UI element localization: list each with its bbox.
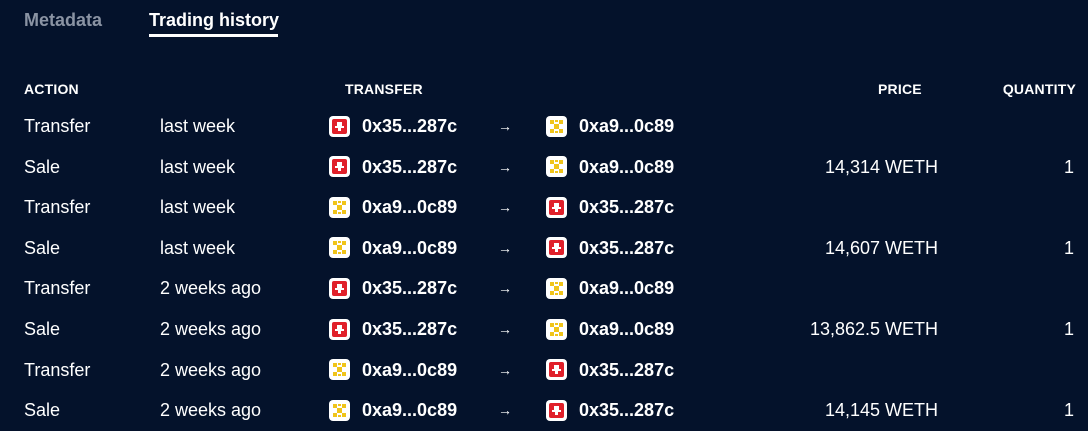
table-row[interactable]: Sale last week 0x35...287c → 0xa9...0c89 14,3…	[0, 147, 1088, 187]
to-address-text[interactable]: 0x35...287c	[579, 350, 674, 390]
price-value: 14,145 WETH	[824, 400, 938, 421]
to-address[interactable]: 0xa9...0c89	[546, 309, 674, 349]
to-address-text[interactable]: 0x35...287c	[579, 228, 674, 268]
action-label: Sale	[24, 156, 61, 177]
table-row[interactable]: Sale last week 0xa9...0c89 → 0x35...287c 14,6…	[0, 228, 1088, 268]
yellow-avatar-icon	[546, 277, 567, 299]
arrow-right-icon: →	[498, 118, 512, 134]
arrow-right-icon: →	[498, 158, 512, 175]
event-time: last week	[160, 237, 236, 258]
arrow-right-icon: →	[498, 239, 512, 256]
table-row[interactable]: Transfer last week 0xa9...0c89 → 0x35...287c	[0, 187, 1088, 227]
to-address[interactable]: 0xa9...0c89	[546, 106, 674, 146]
price-value: 14,314 WETH	[824, 156, 938, 177]
to-address-text[interactable]: 0xa9...0c89	[579, 147, 674, 187]
price-value: 14,607 WETH	[824, 237, 938, 258]
from-address-text[interactable]: 0x35...287c	[362, 147, 457, 187]
arrow-right-icon: →	[498, 402, 512, 419]
red-avatar-icon	[546, 359, 567, 381]
price-value: 13,862.5 WETH	[809, 319, 938, 339]
action-label: Sale	[24, 237, 61, 258]
arrow-right-icon: →	[498, 199, 512, 216]
from-address[interactable]: 0x35...287c	[329, 106, 457, 146]
action-label: Transfer	[24, 197, 91, 218]
from-address[interactable]: 0x35...287c	[329, 147, 457, 187]
event-time: 2 weeks ago	[160, 319, 262, 339]
from-address[interactable]: 0x35...287c	[329, 268, 457, 308]
arrow-right-icon: →	[498, 280, 512, 297]
from-address[interactable]: 0x35...287c	[329, 309, 457, 349]
yellow-avatar-icon	[329, 359, 350, 381]
action-label: Sale	[24, 400, 61, 421]
yellow-avatar-icon	[546, 115, 567, 137]
to-address[interactable]: 0x35...287c	[546, 390, 674, 430]
yellow-avatar-icon	[329, 399, 350, 421]
table-row[interactable]: Sale 2 weeks ago 0x35...287c → 0xa9...0c89 13…	[0, 309, 1088, 349]
action-label: Transfer	[24, 116, 91, 136]
to-address-text[interactable]: 0xa9...0c89	[579, 106, 674, 146]
from-address[interactable]: 0xa9...0c89	[329, 390, 457, 430]
event-time: 2 weeks ago	[160, 278, 262, 299]
from-address[interactable]: 0xa9...0c89	[329, 350, 457, 390]
arrow-right-icon: →	[498, 321, 512, 337]
yellow-avatar-icon	[329, 237, 350, 259]
column-header-transfer: TRANSFER	[345, 81, 423, 97]
yellow-avatar-icon	[546, 318, 567, 340]
column-header-action: ACTION	[24, 81, 79, 97]
red-avatar-icon	[546, 237, 567, 259]
tab-trading-history[interactable]: Trading history	[149, 10, 279, 31]
from-address-text[interactable]: 0xa9...0c89	[362, 350, 457, 390]
action-label: Sale	[24, 319, 61, 339]
table-row[interactable]: Transfer 2 weeks ago 0x35...287c → 0xa9...0c…	[0, 268, 1088, 308]
event-time: last week	[160, 197, 236, 218]
active-tab-indicator	[149, 34, 278, 37]
table-row[interactable]: Sale 2 weeks ago 0xa9...0c89 → 0x35...287c 14…	[0, 390, 1088, 430]
to-address[interactable]: 0xa9...0c89	[546, 268, 674, 308]
action-label: Transfer	[24, 278, 91, 299]
from-address-text[interactable]: 0x35...287c	[362, 309, 457, 349]
from-address-text[interactable]: 0xa9...0c89	[362, 228, 457, 268]
to-address-text[interactable]: 0x35...287c	[579, 390, 674, 430]
event-time: 2 weeks ago	[160, 400, 262, 421]
to-address-text[interactable]: 0xa9...0c89	[579, 268, 674, 308]
column-header-quantity: QUANTITY	[1002, 81, 1076, 97]
to-address[interactable]: 0x35...287c	[546, 350, 674, 390]
quantity-value: 1	[1063, 237, 1074, 258]
quantity-value: 1	[1063, 400, 1074, 421]
from-address-text[interactable]: 0xa9...0c89	[362, 187, 457, 227]
from-address-text[interactable]: 0x35...287c	[362, 106, 457, 146]
from-address-text[interactable]: 0xa9...0c89	[362, 390, 457, 430]
table-row[interactable]: Transfer 2 weeks ago 0xa9...0c89 → 0x35...28…	[0, 350, 1088, 390]
quantity-value: 1	[1063, 319, 1074, 339]
event-time: last week	[160, 156, 236, 177]
event-time: 2 weeks ago	[160, 359, 262, 380]
yellow-avatar-icon	[329, 196, 350, 218]
red-avatar-icon	[546, 196, 567, 218]
table-row[interactable]: Transfer last week 0x35...287c → 0xa9...0c89	[0, 106, 1088, 146]
red-avatar-icon	[329, 318, 350, 340]
to-address[interactable]: 0x35...287c	[546, 228, 674, 268]
action-label: Transfer	[24, 359, 91, 380]
from-address-text[interactable]: 0x35...287c	[362, 268, 457, 308]
red-avatar-icon	[329, 156, 350, 178]
quantity-value: 1	[1063, 156, 1074, 177]
red-avatar-icon	[546, 399, 567, 421]
event-time: last week	[160, 116, 236, 136]
to-address-text[interactable]: 0x35...287c	[579, 187, 674, 227]
from-address[interactable]: 0xa9...0c89	[329, 187, 457, 227]
to-address-text[interactable]: 0xa9...0c89	[579, 309, 674, 349]
arrow-right-icon: →	[498, 361, 512, 378]
red-avatar-icon	[329, 115, 350, 137]
red-avatar-icon	[329, 277, 350, 299]
to-address[interactable]: 0xa9...0c89	[546, 147, 674, 187]
tab-metadata[interactable]: Metadata	[24, 10, 102, 31]
column-header-price: PRICE	[878, 81, 922, 97]
to-address[interactable]: 0x35...287c	[546, 187, 674, 227]
yellow-avatar-icon	[546, 156, 567, 178]
from-address[interactable]: 0xa9...0c89	[329, 228, 457, 268]
